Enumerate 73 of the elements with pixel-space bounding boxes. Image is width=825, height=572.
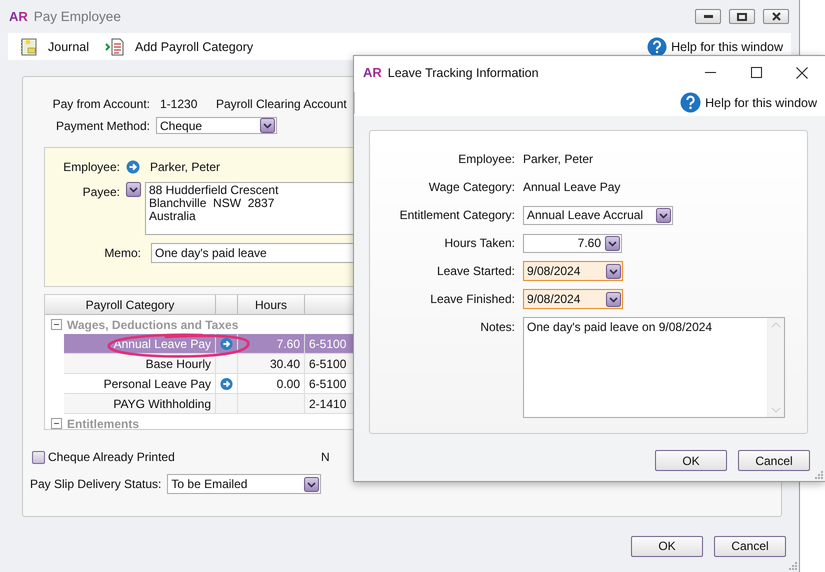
dropdown-icon[interactable] — [656, 208, 671, 222]
field-value: Parker, Peter — [523, 152, 594, 166]
resize-grip-icon[interactable] — [788, 561, 797, 570]
dialog-button[interactable]: Cancel — [738, 450, 810, 471]
app-logo: AR — [363, 65, 382, 80]
date-field[interactable]: 9/08/2024 — [523, 261, 623, 281]
minimize-button[interactable] — [695, 9, 721, 24]
field-label: Pay Slip Delivery Status: — [30, 477, 162, 491]
journal-icon — [20, 38, 38, 56]
close-icon — [796, 66, 808, 78]
date-field[interactable]: 9/08/2024 — [523, 289, 623, 309]
restore-icon — [737, 12, 747, 20]
window-title: Pay Employee — [34, 9, 121, 24]
table-cell: Base Hourly — [146, 356, 211, 370]
field-label: Employee: — [62, 160, 121, 174]
table-cell: 0.00 — [276, 376, 300, 390]
arrow-icon[interactable] — [126, 160, 140, 174]
column-header[interactable]: Payroll Category — [45, 295, 216, 315]
field-label: Notes: — [480, 320, 515, 334]
field-label: Memo: — [103, 246, 142, 260]
toolbar-button[interactable]: Add Payroll Category — [105, 38, 254, 56]
table-cell: 7.60 — [276, 336, 300, 350]
dropdown-icon[interactable] — [606, 292, 621, 306]
close-button[interactable] — [763, 9, 789, 24]
window-title: Leave Tracking Information — [388, 66, 539, 80]
toolbar-button[interactable]: Journal — [20, 38, 89, 56]
select-field[interactable]: Annual Leave Accrual — [523, 206, 673, 224]
dialog-button[interactable]: OK — [655, 450, 727, 471]
field-value: Annual Leave Pay — [523, 180, 620, 194]
document-add-icon — [105, 38, 125, 56]
field-label: N — [321, 450, 330, 464]
checkbox-label: Cheque Already Printed — [48, 450, 176, 464]
dropdown-icon[interactable] — [260, 118, 275, 133]
field-label: Payee: — [82, 184, 121, 199]
table-cell: Annual Leave Pay — [114, 336, 211, 350]
table-cell: PAYG Withholding — [113, 396, 211, 410]
close-icon — [772, 12, 780, 21]
table-cell: 2-1410 — [309, 396, 346, 410]
group-header: Wages, Deductions and Taxes — [67, 318, 238, 332]
dropdown-icon[interactable] — [605, 236, 620, 250]
table-cell: 6-5100 — [309, 356, 346, 370]
help-icon — [680, 92, 702, 113]
maximize-icon — [750, 67, 762, 78]
collapse-icon[interactable] — [51, 418, 62, 429]
field-label: Leave Finished: — [430, 292, 515, 306]
dropdown-icon[interactable] — [304, 476, 320, 492]
column-header[interactable]: Hours — [238, 295, 305, 315]
payment-method-select[interactable]: Cheque — [156, 117, 277, 134]
table-cell: 30.40 — [270, 356, 300, 370]
checkbox[interactable] — [32, 450, 45, 464]
field-label: Employee: — [458, 152, 515, 166]
dropdown-icon[interactable] — [126, 182, 141, 197]
resize-grip-icon[interactable] — [814, 470, 823, 479]
delivery-status-select[interactable]: To be Emailed — [167, 474, 322, 494]
account-number: 1-1230 — [160, 97, 198, 111]
field-label: Pay from Account: — [52, 97, 151, 111]
employee-name: Parker, Peter — [150, 160, 220, 174]
field-label: Leave Started: — [436, 264, 515, 278]
dialog-button[interactable]: OK — [631, 536, 703, 556]
dialog-button[interactable]: Cancel — [714, 536, 786, 556]
table-cell: Personal Leave Pay — [104, 376, 211, 390]
restore-button[interactable] — [729, 9, 755, 24]
dropdown-icon[interactable] — [606, 264, 621, 278]
app-logo: AR — [9, 9, 28, 24]
table-cell: 6-5100 — [309, 376, 346, 390]
account-name: Payroll Clearing Account — [216, 97, 347, 111]
number-field[interactable]: 7.60 — [523, 234, 622, 252]
collapse-icon[interactable] — [51, 319, 62, 330]
minimize-icon — [704, 15, 712, 18]
minimize-icon — [704, 72, 716, 73]
table-cell: 6-5100 — [309, 336, 346, 350]
field-label: Payment Method: — [54, 118, 151, 132]
group-header: Entitlements — [67, 416, 140, 429]
